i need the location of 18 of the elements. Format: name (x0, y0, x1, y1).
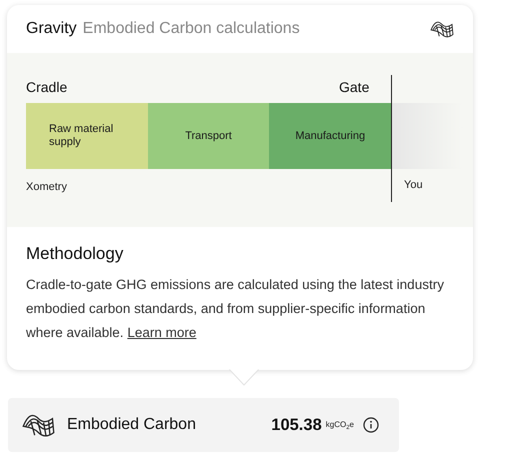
learn-more-link[interactable]: Learn more (127, 324, 196, 340)
brand-name: Gravity (26, 19, 77, 39)
summary-bar[interactable]: Embodied Carbon 105.38 kgCO$_{2}$e (8, 398, 399, 452)
end-label: Gate (339, 78, 370, 97)
left-caption: Xometry (26, 180, 67, 195)
summary-label: Embodied Carbon (67, 415, 197, 435)
stage-segment: Transport (148, 103, 270, 169)
info-icon[interactable] (363, 417, 379, 433)
flag-icon (430, 19, 454, 39)
methodology-text: Cradle-to-gate GHG emissions are calculated using the latest industry embodied carbon standards, and from supplier-specific information where available. Learn more (26, 276, 445, 342)
start-label: Cradle (26, 78, 68, 97)
stage-segment: Raw material supply (26, 103, 148, 169)
stage-segment: Manufacturing (269, 103, 392, 169)
panel-title: Embodied Carbon calculations (82, 19, 301, 39)
right-caption: You (404, 178, 423, 193)
section-heading: Methodology (26, 243, 124, 265)
unit-label: kgCO$_{2}$e (326, 419, 354, 431)
summary-value: 105.38 (271, 414, 322, 436)
